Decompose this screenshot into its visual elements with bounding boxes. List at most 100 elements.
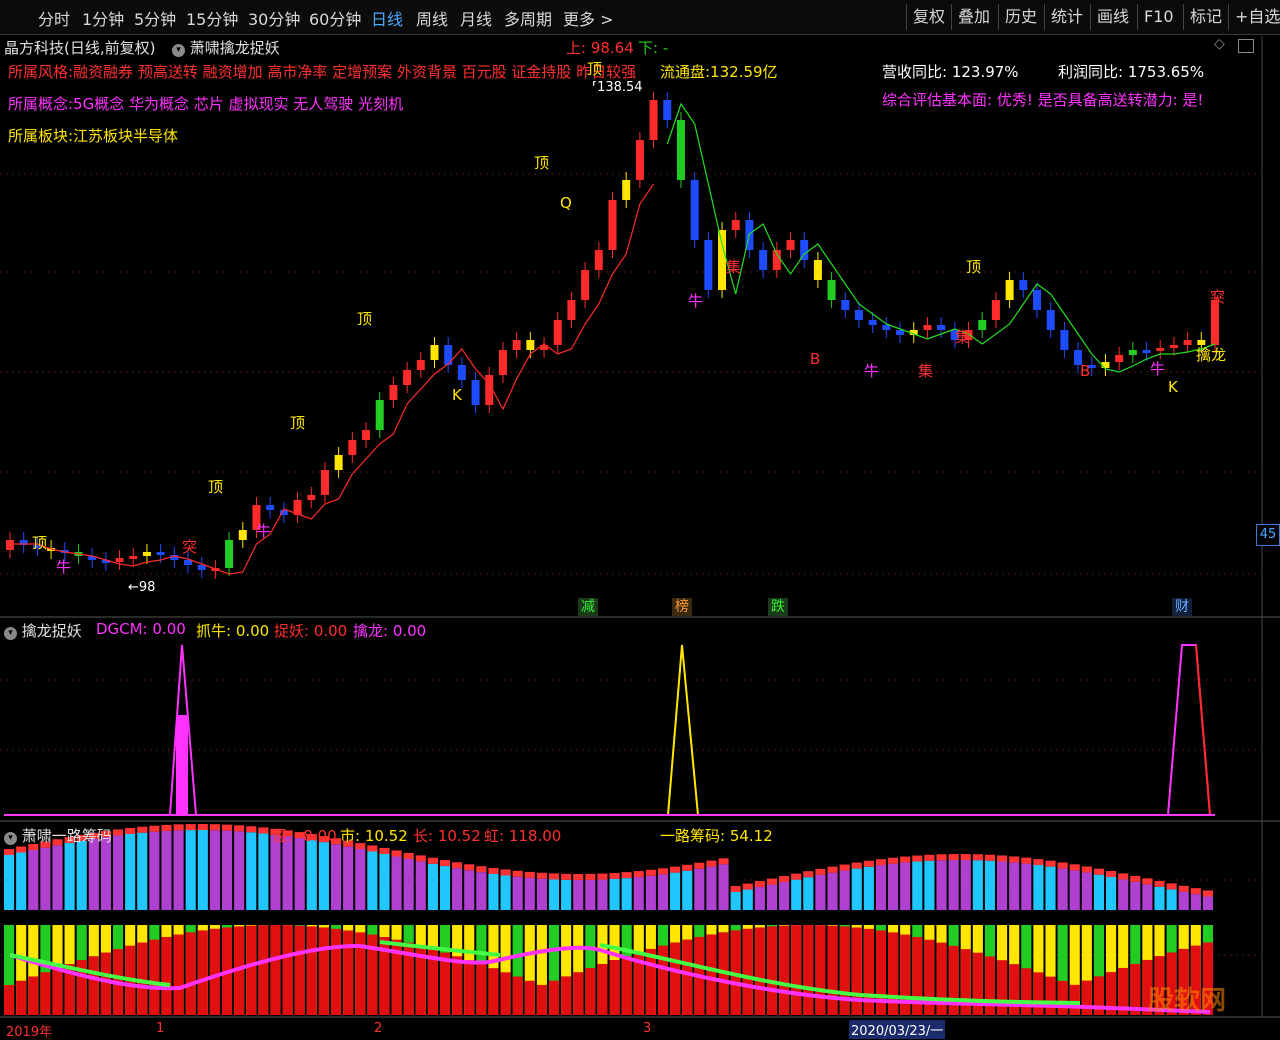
chip-upper-bar — [185, 830, 196, 910]
chip-upper-cap — [912, 855, 923, 862]
chip-upper-bar — [827, 872, 838, 910]
chip-upper-cap — [851, 862, 862, 869]
time-label-jan: 1 — [156, 1021, 165, 1036]
chip-upper-bar — [960, 860, 971, 910]
chip-upper-bar — [246, 832, 257, 910]
chip-upper-cap — [888, 857, 899, 864]
settings-circle-icon[interactable]: ▾ — [4, 832, 17, 845]
chip-lower-red — [706, 934, 717, 1015]
chip-lower-red — [536, 984, 547, 1015]
chip-upper-cap — [1009, 856, 1020, 863]
candle-body — [115, 558, 124, 562]
candle-body — [225, 540, 234, 568]
profit-yoy: 利润同比: 1753.65% — [1058, 63, 1205, 81]
chip-upper-bar — [40, 847, 51, 910]
chip-upper-bar — [197, 830, 208, 910]
chip-upper-cap — [766, 878, 778, 885]
chip-upper-cap — [391, 850, 402, 857]
chip-upper-cap — [125, 827, 136, 834]
candle-body — [512, 340, 521, 350]
chip-lower-red — [561, 976, 572, 1015]
chip-upper-bar — [258, 833, 269, 910]
chip-upper-bar — [851, 868, 862, 910]
signal-marker-top: 顶 — [32, 534, 48, 552]
chip-upper-cap — [1093, 868, 1105, 875]
pane2-title[interactable]: ▾ 擒龙捉妖 — [4, 620, 82, 641]
chip-lower-red — [294, 925, 305, 1015]
candle-body — [841, 300, 850, 310]
event-tag-reduce[interactable]: 减 — [578, 598, 598, 616]
chip-upper-bar — [391, 856, 402, 910]
time-label-2019: 2019年 — [6, 1025, 53, 1040]
candle-body — [649, 100, 658, 140]
chip-lower-red — [40, 972, 51, 1015]
revenue-yoy: 营收同比: 123.97% — [882, 63, 1019, 81]
pane2-name: 擒龙捉妖 — [21, 622, 82, 640]
chip-upper-cap — [1021, 857, 1032, 864]
candle-body — [444, 345, 453, 365]
chip-lower-red — [1081, 980, 1092, 1015]
chip-upper-bar — [306, 840, 317, 910]
chip-lower-red — [4, 985, 15, 1015]
low-price: 98 — [138, 580, 156, 595]
event-tag-list[interactable]: 榜 — [672, 598, 692, 616]
settings-circle-icon[interactable]: ▾ — [172, 44, 185, 57]
candle-body — [567, 300, 576, 320]
indicator-title[interactable]: ▾ 萧啸擒龙捉妖 — [172, 37, 280, 58]
candle-body — [882, 325, 891, 330]
kline-chart[interactable] — [0, 0, 1280, 1037]
event-tag-fall[interactable]: 跌 — [768, 598, 788, 616]
chip-upper-cap — [779, 876, 790, 883]
chip-upper-cap — [221, 824, 233, 831]
ma-line-up — [10, 183, 655, 575]
diamond-icon[interactable]: ◇ — [1214, 36, 1225, 52]
chip-upper-bar — [645, 875, 656, 910]
chip-upper-bar — [1009, 862, 1020, 910]
chip-lower-red — [258, 925, 269, 1015]
dgcm-value: DGCM: 0.00 — [96, 620, 186, 638]
chip-lower-red — [1057, 980, 1068, 1015]
chip-upper-bar — [112, 835, 124, 910]
chip-upper-bar — [779, 882, 790, 910]
signal-marker-k: K — [452, 386, 462, 404]
pane3-title[interactable]: ▾ 萧啸一路筹码 — [4, 825, 112, 846]
chip-lower-red — [1033, 972, 1044, 1015]
candle-body — [1032, 290, 1041, 310]
chip-upper-cap — [536, 872, 547, 879]
signal-marker-b: B — [810, 350, 821, 368]
chip-upper-cap — [161, 824, 172, 831]
spike-zhuoyao — [1195, 644, 1211, 816]
event-tag-finance[interactable]: 财 — [1172, 598, 1192, 616]
chip-upper-bar — [64, 843, 75, 910]
upper-label: 上: 98.64 — [566, 39, 634, 57]
chip-lower-red — [88, 956, 99, 1015]
candle-body — [334, 455, 343, 470]
chip-upper-bar — [997, 861, 1008, 910]
qinlong-value: 擒龙: 0.00 — [353, 622, 427, 640]
maximize-icon[interactable] — [1238, 39, 1254, 53]
chip-upper-bar — [221, 830, 233, 910]
candle-body — [320, 470, 329, 495]
chip-lower-red — [803, 925, 814, 1015]
signal-marker-k: K — [1168, 378, 1178, 396]
chip-upper-cap — [476, 866, 487, 873]
signal-marker-tu: 突 — [182, 538, 198, 556]
signal-marker-ji: 集 — [918, 362, 934, 380]
chip-upper-cap — [427, 857, 438, 864]
chip-lower-red — [827, 925, 838, 1015]
chip-upper-bar — [1178, 891, 1189, 910]
concept-line: 所属概念:5G概念 华为概念 芯片 虚拟现实 无人驾驶 光刻机 — [8, 95, 404, 113]
signal-marker-niu: 牛 — [688, 292, 704, 310]
chip-upper-cap — [1106, 871, 1117, 878]
chip-upper-bar — [464, 870, 475, 910]
chip-upper-bar — [500, 875, 511, 910]
candle-body — [498, 350, 507, 375]
chip-upper-cap — [948, 854, 959, 861]
chip-upper-cap — [500, 869, 511, 876]
chip-upper-bar — [476, 872, 487, 910]
chip-upper-cap — [16, 846, 27, 853]
candle-body — [676, 120, 685, 180]
settings-circle-icon[interactable]: ▾ — [4, 627, 17, 640]
chip-upper-bar — [548, 879, 560, 910]
spike-zhuaniu — [667, 644, 699, 816]
